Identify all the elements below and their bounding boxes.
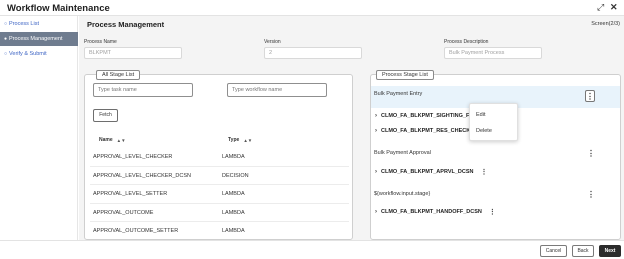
stage-step[interactable]: › CLMO_FA_BLKPMT_RES_CHECK ⋮ [375,127,484,135]
stage-title: ${workflow.input.stage} [374,191,431,197]
sidebar-item-verify-submit[interactable]: ○ Verify & Submit [0,47,78,61]
window-titlebar: Workflow Maintenance ⤢ ✕ [0,0,624,16]
version-label: Version [264,39,281,45]
step-name: CLMO_FA_BLKPMT_RES_CHECK [381,128,471,134]
kebab-menu-icon[interactable]: ⋮ [585,90,595,102]
screen-indicator: Screen(2/3) [591,21,620,27]
stage-name-cell: APPROVAL_LEVEL_SETTER [93,191,168,197]
stage-name-cell: APPROVAL_LEVEL_CHECKER_DCSN [93,172,192,179]
chevron-right-icon[interactable]: › [375,113,377,119]
process-stage-list-legend: Process Stage List [376,70,434,80]
process-name-label: Process Name [84,39,117,45]
step-name: CLMO_FA_BLKPMT_HANDOFF_DCSN [381,209,482,215]
process-name-field[interactable]: BLKPMT [84,47,182,59]
kebab-menu-icon[interactable]: ⋮ [489,208,496,216]
table-row[interactable]: APPROVAL_OUTCOME_SETTER LAMBDA [90,222,349,241]
app-title: Workflow Maintenance [7,3,110,14]
sort-icon: ▲▼ [243,137,253,143]
kebab-menu-icon[interactable]: ⋮ [481,168,488,176]
kebab-menu-icon[interactable]: ⋮ [587,191,595,199]
sidebar: ○ Process List ● Process Management ○ Ve… [0,16,78,240]
stage-type-cell: DECISION [222,172,249,179]
cancel-button[interactable]: Cancel [540,245,567,257]
sidebar-item-label: Process Management [9,36,63,42]
task-name-input[interactable]: Type task name [93,83,193,97]
chevron-right-icon[interactable]: › [375,169,377,175]
stage-title: Bulk Payment Approval [374,150,431,156]
stage-name-cell: APPROVAL_OUTCOME_SETTER [93,228,179,234]
process-stage-list-panel: Process Stage List Bulk Payment Entry ⋮ … [370,70,621,240]
column-header-label: Type [228,137,240,143]
main-content: Process Management Screen(2/3) Process N… [79,16,624,241]
stage-table: APPROVAL_LEVEL_CHECKER LAMBDA APPROVAL_L… [90,148,349,241]
stage-type-cell: LAMBDA [222,209,245,216]
column-header-type[interactable]: Type ▲▼ [228,137,252,143]
table-row[interactable]: APPROVAL_OUTCOME LAMBDA [90,204,349,222]
expand-icon[interactable]: ⤢ [597,2,604,12]
process-description-field[interactable]: Bulk Payment Process [444,47,542,59]
all-stage-list-panel: All Stage List Type task name Type workf… [84,70,353,241]
sidebar-item-process-list[interactable]: ○ Process List [0,17,78,31]
stage-title: Bulk Payment Entry [374,91,423,97]
kebab-menu-icon[interactable]: ⋮ [587,150,595,158]
table-row[interactable]: APPROVAL_LEVEL_CHECKER_DCSN DECISION [90,167,349,185]
step-name: CLMO_FA_BLKPMT_APRVL_DCSN [381,169,474,175]
workflow-name-input[interactable]: Type workflow name [227,83,327,97]
context-menu-delete[interactable]: Delete [476,128,492,134]
all-stage-list-legend: All Stage List [96,70,141,80]
column-header-label: Name [99,137,113,143]
stage-type-cell: LAMBDA [222,154,245,160]
context-menu: Edit Delete [469,103,518,141]
back-button[interactable]: Back [572,245,594,257]
close-icon[interactable]: ✕ [610,2,618,12]
sidebar-item-label: Process List [9,21,39,27]
stage-type-cell: LAMBDA [222,191,245,197]
chevron-right-icon[interactable]: › [375,128,377,134]
footer-bar: Cancel Back Next [0,240,624,259]
stage-header[interactable]: ${workflow.input.stage} ⋮ [371,187,620,205]
context-menu-edit[interactable]: Edit [476,112,485,118]
stage-name-cell: APPROVAL_OUTCOME [93,209,154,216]
stage-name-cell: APPROVAL_LEVEL_CHECKER [93,154,173,160]
sidebar-item-process-management[interactable]: ● Process Management [0,32,78,46]
process-description-label: Process Description [444,39,489,45]
table-row[interactable]: APPROVAL_LEVEL_SETTER LAMBDA [90,185,349,204]
chevron-right-icon[interactable]: › [375,209,377,215]
page-title: Process Management [87,20,165,29]
version-field[interactable]: 2 [264,47,362,59]
stage-type-cell: LAMBDA [222,228,245,234]
fetch-button[interactable]: Fetch [93,109,118,122]
circle-icon: ○ [4,51,8,57]
stage-header[interactable]: Bulk Payment Approval ⋮ [371,146,620,164]
sort-icon: ▲▼ [116,137,126,143]
filled-circle-icon: ● [4,36,8,42]
next-button[interactable]: Next [599,245,621,257]
table-row[interactable]: APPROVAL_LEVEL_CHECKER LAMBDA [90,148,349,167]
stage-step[interactable]: › CLMO_FA_BLKPMT_HANDOFF_DCSN ⋮ [375,208,496,216]
circle-icon: ○ [4,21,8,27]
sidebar-item-label: Verify & Submit [9,51,47,57]
column-header-name[interactable]: Name ▲▼ [99,137,126,143]
stage-step[interactable]: › CLMO_FA_BLKPMT_APRVL_DCSN ⋮ [375,168,488,176]
